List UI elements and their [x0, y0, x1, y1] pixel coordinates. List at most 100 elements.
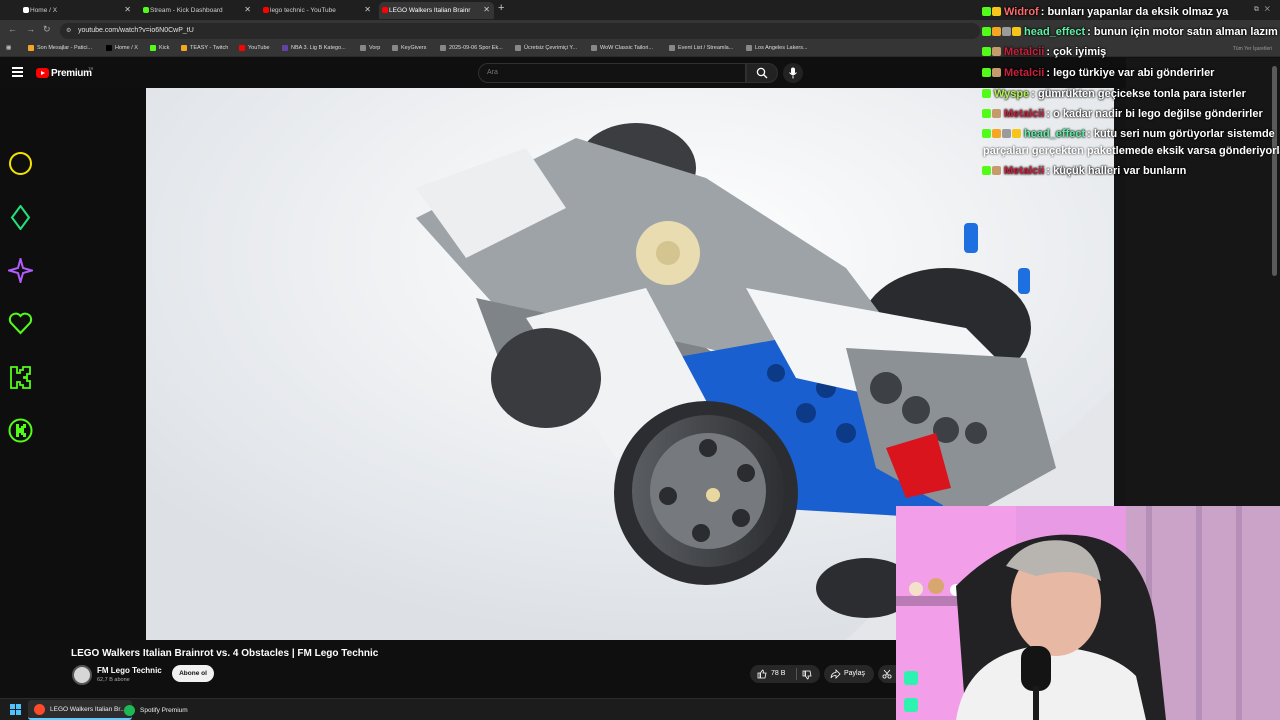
taskbar-app-browser[interactable]: LEGO Walkers Italian Br... — [28, 700, 132, 720]
channel-avatar[interactable] — [72, 665, 92, 685]
chat-text: : çok iyimiş — [1046, 46, 1107, 58]
chat-message: Metalcii: küçük halleri var bunların — [982, 164, 1186, 178]
youtube-favicon-icon — [382, 7, 388, 13]
youtube-logo-icon[interactable] — [36, 68, 49, 78]
like-dislike-group: 78 B — [750, 665, 820, 683]
chat-badge-icon — [1002, 129, 1011, 138]
tab-close-icon[interactable]: ✕ — [244, 5, 251, 14]
bookmark-favicon-icon — [360, 45, 366, 51]
diamond-icon — [10, 205, 31, 230]
search-input[interactable]: Ara — [478, 63, 746, 83]
channel-name[interactable]: FM Lego Technic — [97, 666, 162, 675]
bookmark-favicon-icon — [392, 45, 398, 51]
bookmark-item[interactable]: Home / X — [106, 45, 138, 51]
scissors-icon — [882, 669, 892, 679]
share-label: Paylaş — [844, 670, 866, 677]
bookmark-item[interactable]: WoW Classic Tailori... — [591, 45, 653, 51]
video-info: LEGO Walkers Italian Brainrot vs. 4 Obst… — [0, 640, 896, 698]
tab-home-x[interactable]: Home / X ✕ — [20, 2, 135, 19]
streamer-webcam — [896, 506, 1280, 720]
bookmark-item[interactable]: Ücretsiz Çevrimiçi Y... — [515, 45, 577, 51]
url-field[interactable]: youtube.com/watch?v=io6N0CwP_tU — [60, 23, 980, 39]
microphone-icon — [789, 67, 797, 79]
kick-badge-icon — [982, 109, 991, 118]
clip-button[interactable] — [878, 665, 896, 683]
stream-overlay-rail — [0, 88, 146, 640]
tab-close-icon[interactable]: ✕ — [483, 5, 490, 14]
windows-taskbar: LEGO Walkers Italian Br... Spotify Premi… — [0, 698, 896, 720]
hamburger-menu-icon[interactable] — [12, 67, 23, 77]
tab-kick-dashboard[interactable]: Stream - Kick Dashboard ✕ — [140, 2, 255, 19]
bookmark-item[interactable]: TEASY - Twitch — [181, 45, 228, 51]
subscribe-button[interactable]: Abone ol — [172, 665, 214, 682]
bookmark-item[interactable]: KeyGivers — [392, 45, 426, 51]
bookmark-label: NBA 3. Lig B Katego... — [291, 45, 346, 51]
tab-label: Stream - Kick Dashboard — [150, 7, 223, 14]
search-button[interactable] — [746, 63, 778, 83]
youtube-premium-label[interactable]: Premium — [51, 68, 92, 79]
forward-arrow-icon[interactable]: → — [26, 24, 35, 34]
bookmark-item[interactable]: NBA 3. Lig B Katego... — [282, 45, 346, 51]
windows-start-icon[interactable] — [10, 704, 21, 715]
chat-username[interactable]: head_effect — [1024, 26, 1085, 38]
reload-icon[interactable]: ↻ — [43, 24, 51, 35]
bookmark-item[interactable]: Son Mesajlar - Patici... — [28, 45, 92, 51]
tab-label: LEGO Walkers Italian Brainr — [389, 7, 471, 14]
chat-message: Metalcii: lego türkiye var abi gönderirl… — [982, 66, 1214, 80]
bookmark-favicon-icon — [28, 45, 34, 51]
chat-badge-icon — [992, 129, 1001, 138]
bookmark-label: 2025-09-06 Spor Ek... — [449, 45, 503, 51]
bookmark-favicon-icon — [440, 45, 446, 51]
bookmark-favicon-icon — [282, 45, 288, 51]
bookmark-item[interactable]: Los Angeles Lakers... — [746, 45, 808, 51]
bookmark-item[interactable]: Event List / Streamla... — [669, 45, 733, 51]
tab-lego-walkers[interactable]: LEGO Walkers Italian Brainr ✕ — [379, 2, 494, 19]
circle-icon — [9, 152, 32, 175]
chat-username[interactable]: Metalcii — [1004, 108, 1044, 120]
chat-badge-icon — [1002, 27, 1011, 36]
chat-username[interactable]: Widrof — [1004, 6, 1039, 18]
chat-username[interactable]: head_effect — [1024, 128, 1085, 140]
kick-badge-icon — [982, 27, 991, 36]
kick-coin-icon — [8, 418, 33, 443]
bookmark-label: WoW Classic Tailori... — [600, 45, 653, 51]
share-arrow-icon — [830, 669, 841, 679]
chat-text: : lego türkiye var abi gönderirler — [1046, 67, 1215, 79]
chat-badge-icon — [992, 27, 1001, 36]
chat-text: : gümrükten geçicekse tonla para isterle… — [1031, 88, 1246, 100]
share-button[interactable]: Paylaş — [824, 665, 874, 683]
chat-username[interactable]: Metalcii — [1004, 67, 1044, 79]
youtube-favicon-icon — [263, 7, 269, 13]
back-arrow-icon[interactable]: ← — [8, 24, 17, 34]
bookmark-favicon-icon — [181, 45, 187, 51]
tab-close-icon[interactable]: ✕ — [124, 5, 131, 14]
bookmark-label: Son Mesajlar - Patici... — [37, 45, 93, 51]
new-tab-button[interactable]: + — [498, 2, 504, 14]
taskbar-app-spotify[interactable]: Spotify Premium — [118, 700, 194, 720]
bookmark-favicon-icon — [515, 45, 521, 51]
voice-search-button[interactable] — [783, 63, 803, 83]
tab-label: Home / X — [30, 7, 58, 14]
kick-badge-icon — [982, 7, 991, 16]
bookmark-item[interactable]: Kick — [150, 45, 169, 51]
bookmark-item[interactable]: 2025-09-06 Spor Ek... — [440, 45, 503, 51]
window-controls[interactable]: ⧉ ✕ — [1254, 6, 1270, 14]
bookmark-item[interactable]: Vorp — [360, 45, 380, 51]
thumbs-down-icon[interactable] — [802, 670, 812, 680]
tab-close-icon[interactable]: ✕ — [364, 5, 371, 14]
tab-lego-technic-youtube[interactable]: lego technic - YouTube ✕ — [260, 2, 375, 19]
site-info-icon[interactable]: ⚙ — [66, 27, 71, 34]
chat-text: : o kadar nadir bi lego değilse gönderir… — [1046, 108, 1263, 120]
subscriber-count: 62,7 B abone — [97, 677, 130, 683]
chat-message: head_effect: bunun için motor satın alma… — [982, 25, 1278, 39]
bookmark-item[interactable]: YouTube — [239, 45, 270, 51]
chat-badge-icon — [992, 47, 1001, 56]
chat-message: Metalcii: çok iyimiş — [982, 45, 1106, 59]
chat-username[interactable]: Metalcii — [1004, 165, 1044, 177]
chat-username[interactable]: Metalcii — [1004, 46, 1044, 58]
chat-username[interactable]: Wyspe — [994, 88, 1029, 100]
bookmark-favicon-icon — [106, 45, 112, 51]
thumbs-up-icon[interactable] — [757, 669, 767, 679]
apps-grid-icon[interactable]: ▦ — [6, 45, 11, 51]
kick-badge-icon — [982, 68, 991, 77]
